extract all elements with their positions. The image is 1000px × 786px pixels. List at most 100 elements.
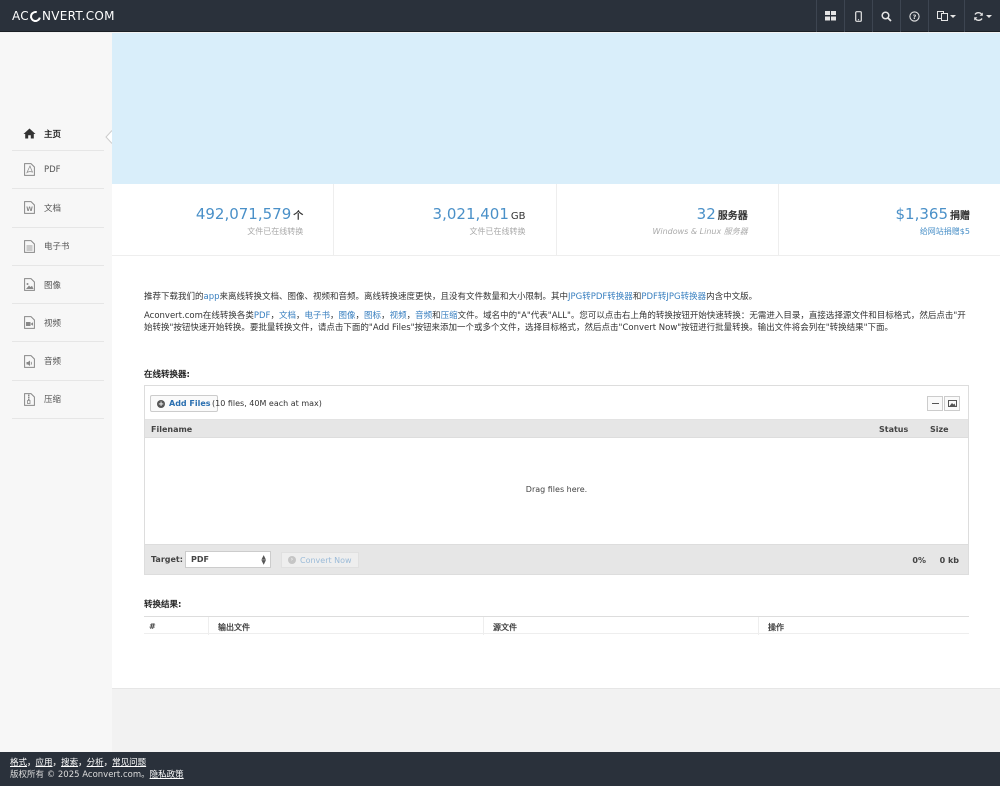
video-link[interactable]: 视频 xyxy=(390,311,407,321)
results-table-header: # 输出文件 源文件 操作 xyxy=(144,616,969,635)
footer-link-analyze[interactable]: 分析 xyxy=(87,758,104,768)
intro-text: 推荐下载我们的app来离线转换文档、图像、视频和音频。离线转换速度更快，且没有文… xyxy=(144,291,970,341)
pdf-to-jpg-link[interactable]: PDF转JPG转换器 xyxy=(641,292,706,302)
question-circle-icon: ? xyxy=(909,10,920,22)
footer-link-search[interactable]: 搜索 xyxy=(61,758,78,768)
site-logo[interactable]: AC NVERT.COM xyxy=(12,8,115,24)
donate-link[interactable]: 给网站捐赠$5 xyxy=(779,226,970,237)
target-format-select[interactable]: PDF ▲ ▼ xyxy=(185,551,271,568)
plus-circle-icon: + xyxy=(157,399,165,408)
ad-banner xyxy=(112,33,1000,184)
column-header-size: Size xyxy=(930,425,949,434)
stat-unit: 服务器 xyxy=(717,211,748,222)
footer-copyright: 版权所有 © 2025 Aconvert.com。隐私政策 xyxy=(10,770,184,780)
footer-link-faq[interactable]: 常见问题 xyxy=(112,758,146,768)
column-header-source-file: 源文件 xyxy=(493,623,517,632)
app-link[interactable]: app xyxy=(204,292,220,302)
language-icon xyxy=(937,11,948,21)
stat-caption: 文件已在线转换 xyxy=(247,227,304,236)
column-header-status: Status xyxy=(879,425,909,434)
sidebar-item-label: 主页 xyxy=(44,129,62,140)
stat-caption: 文件已在线转换 xyxy=(469,227,526,236)
sidebar: 主页 PDF W 文档 电子书 图像 视频 音频 压缩 xyxy=(0,33,113,752)
grid-icon xyxy=(825,11,836,21)
help-button[interactable]: ? xyxy=(900,0,928,32)
language-dropdown-button[interactable] xyxy=(928,0,964,32)
picture-icon xyxy=(947,400,957,407)
sidebar-menu: 主页 PDF W 文档 电子书 图像 视频 音频 压缩 xyxy=(12,117,104,420)
file-limit-hint: (10 files, 40M each at max) xyxy=(212,399,322,408)
stat-donations[interactable]: $1,365 捐赠 给网站捐赠$5 xyxy=(779,184,1000,255)
icon-link[interactable]: 图标 xyxy=(364,311,381,321)
sidebar-item-label: 图像 xyxy=(44,280,62,291)
logo-text-right: NVERT.COM xyxy=(41,9,115,23)
refresh-icon xyxy=(974,11,983,21)
stat-caption: Windows & Linux 服务器 xyxy=(652,227,748,236)
convert-dropdown-button[interactable] xyxy=(964,0,1000,32)
audio-link[interactable]: 音频 xyxy=(415,311,432,321)
add-files-button[interactable]: + Add Files xyxy=(150,395,218,412)
sidebar-item-audio[interactable]: 音频 xyxy=(12,342,104,381)
footer-link-formats[interactable]: 格式 xyxy=(10,758,27,768)
home-icon xyxy=(22,127,36,141)
select-arrows-icon: ▲ ▼ xyxy=(261,554,266,566)
stat-value: $1,365 xyxy=(895,205,949,223)
stat-value: 32 xyxy=(696,205,716,223)
results-title: 转换结果: xyxy=(144,600,182,610)
svg-text:W: W xyxy=(26,206,33,213)
privacy-policy-link[interactable]: 隐私政策 xyxy=(150,770,184,780)
converter-footer: Target: PDF ▲ ▼ › Convert Now 0% 0 kb xyxy=(145,544,968,574)
sidebar-item-image[interactable]: 图像 xyxy=(12,266,104,305)
sidebar-item-ebook[interactable]: 电子书 xyxy=(12,228,104,266)
sidebar-item-label: 文档 xyxy=(44,203,62,214)
grid-apps-button[interactable] xyxy=(816,0,844,32)
jpg-to-pdf-link[interactable]: JPG转PDF转换器 xyxy=(568,292,633,302)
minus-icon xyxy=(931,403,939,404)
main-content: 492,071,579 个 文件已在线转换 3,021,401 GB 文件已在线转换… xyxy=(112,33,1000,689)
pdf-file-icon xyxy=(22,163,36,177)
thumbnail-view-button[interactable] xyxy=(944,396,960,411)
stat-value: 3,021,401 xyxy=(432,205,509,223)
sidebar-item-video[interactable]: 视频 xyxy=(12,304,104,343)
logo-refresh-icon xyxy=(27,8,43,24)
mobile-phone-icon xyxy=(855,10,862,22)
total-size: 0 kb xyxy=(939,556,959,565)
sidebar-item-archive[interactable]: 压缩 xyxy=(12,381,104,420)
ebook-file-icon xyxy=(22,239,36,253)
column-header-number: # xyxy=(149,622,156,631)
column-header-filename: Filename xyxy=(151,425,193,434)
nav-toolbar: ? xyxy=(816,0,1000,32)
logo-text-left: AC xyxy=(12,9,29,23)
arrow-circle-icon: › xyxy=(288,556,296,564)
ebook-link[interactable]: 电子书 xyxy=(304,311,330,321)
pdf-link[interactable]: PDF xyxy=(254,311,271,321)
image-link[interactable]: 图像 xyxy=(339,311,356,321)
chevron-down-icon xyxy=(986,14,992,18)
file-drop-zone[interactable]: Drag files here. xyxy=(145,438,968,544)
search-button[interactable] xyxy=(872,0,900,32)
stats-bar: 492,071,579 个 文件已在线转换 3,021,401 GB 文件已在线转换… xyxy=(112,184,1000,256)
sidebar-item-label: 电子书 xyxy=(44,242,70,253)
document-link[interactable]: 文档 xyxy=(279,311,296,321)
stat-data-converted: 3,021,401 GB 文件已在线转换 xyxy=(334,184,557,255)
drop-zone-text: Drag files here. xyxy=(525,485,588,494)
intro-paragraph-app: 推荐下载我们的app来离线转换文档、图像、视频和音频。离线转换速度更快，且没有文… xyxy=(144,292,758,302)
image-file-icon xyxy=(22,278,36,292)
mobile-button[interactable] xyxy=(844,0,872,32)
sidebar-item-document[interactable]: W 文档 xyxy=(12,189,104,228)
convert-now-button[interactable]: › Convert Now xyxy=(281,552,359,568)
sidebar-item-home[interactable]: 主页 xyxy=(12,117,104,151)
column-header-output-file: 输出文件 xyxy=(218,623,250,632)
archive-file-icon xyxy=(22,392,36,406)
video-file-icon xyxy=(22,316,36,330)
word-file-icon: W xyxy=(22,201,36,215)
converter-toolbar: + Add Files (10 files, 40M each at max) xyxy=(145,386,968,420)
archive-link[interactable]: 压缩 xyxy=(441,311,458,321)
column-header-action: 操作 xyxy=(768,623,784,632)
sidebar-item-pdf[interactable]: PDF xyxy=(12,151,104,190)
search-icon xyxy=(881,10,892,22)
sidebar-item-label: 音频 xyxy=(44,357,62,368)
footer-link-apps[interactable]: 应用 xyxy=(36,758,53,768)
list-view-button[interactable] xyxy=(927,396,943,411)
chevron-down-icon xyxy=(950,14,956,18)
